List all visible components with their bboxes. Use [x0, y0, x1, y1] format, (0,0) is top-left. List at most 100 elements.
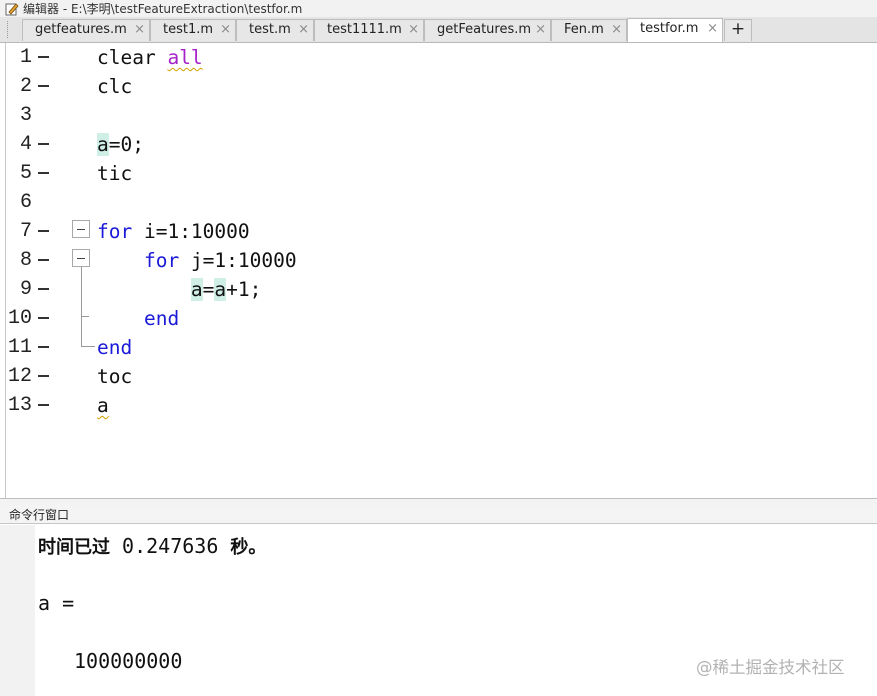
tab-label: getFeatures.m [437, 22, 532, 37]
code-token: =0; [108, 133, 144, 156]
line-number: 1 [19, 46, 32, 69]
breakpoint-dash[interactable] [38, 375, 49, 377]
code-text: for i=1:10000 [97, 217, 250, 246]
keyword-token: for [97, 220, 133, 243]
tab-label: test1111.m [327, 22, 402, 37]
code-token: i=1:10000 [132, 220, 250, 243]
close-icon[interactable]: × [535, 20, 546, 40]
breakpoint-dash[interactable] [38, 85, 49, 87]
code-text: end [97, 333, 132, 362]
code-text: for j=1:10000 [97, 246, 297, 275]
line-number: 5 [19, 162, 32, 185]
tab-fen-m[interactable]: Fen.m × [551, 19, 627, 41]
close-icon[interactable]: × [134, 20, 145, 40]
line-number: 4 [19, 133, 32, 156]
breakpoint-dash[interactable] [38, 346, 49, 348]
line-number: 12 [7, 365, 32, 388]
close-icon[interactable]: × [611, 20, 622, 40]
title-bar: 编辑器 - E:\李明\testFeatureExtraction\testfo… [0, 0, 877, 17]
tab-getFeatures-m[interactable]: getFeatures.m × [424, 19, 551, 41]
tab-label: Fen.m [564, 22, 604, 37]
close-icon[interactable]: × [707, 19, 718, 39]
variable-token: a [214, 278, 227, 301]
line-number: 8 [19, 249, 32, 272]
line-number: 6 [19, 191, 32, 214]
variable-token: a [190, 278, 203, 301]
variable-value-line: 100000000 [74, 649, 183, 673]
tab-getfeatures-m[interactable]: getfeatures.m × [22, 19, 150, 41]
line-number: 2 [19, 75, 32, 98]
code-line: 13 a [0, 391, 877, 420]
watermark: @稀土掘金技术社区 [696, 658, 845, 677]
breakpoint-dash[interactable] [38, 288, 49, 290]
elapsed-unit: 秒。 [230, 537, 267, 558]
keyword-token: end [97, 336, 133, 359]
elapsed-value: 0.247636 [110, 534, 231, 558]
code-line: 2 clc [0, 72, 877, 101]
code-line: 9 a=a+1; [0, 275, 877, 304]
line-number: 13 [7, 394, 32, 417]
close-icon[interactable]: × [298, 20, 309, 40]
code-line: 10 end [0, 304, 877, 333]
tab-label: test.m [249, 22, 291, 37]
code-line: 5 tic [0, 159, 877, 188]
code-token: clear [97, 46, 168, 69]
tab-test-m[interactable]: test.m × [236, 19, 314, 41]
line-number: 10 [7, 307, 32, 330]
variable-token: a [97, 133, 109, 156]
code-line: 8 for j=1:10000 [0, 246, 877, 275]
code-line: 6 [0, 188, 877, 217]
breakpoint-dash[interactable] [38, 404, 49, 406]
breakpoint-dash[interactable] [38, 317, 49, 319]
code-text: a=a+1; [97, 275, 261, 304]
close-icon[interactable]: × [220, 20, 231, 40]
code-line: 4 a=0; [0, 130, 877, 159]
code-text: end [97, 304, 179, 333]
breakpoint-dash[interactable] [38, 259, 49, 261]
window-title: 编辑器 - E:\李明\testFeatureExtraction\testfo… [23, 2, 303, 16]
code-line: 11 end [0, 333, 877, 362]
breakpoint-dash[interactable] [38, 143, 49, 145]
breakpoint-dash[interactable] [38, 56, 49, 58]
code-token: +1; [226, 278, 262, 301]
code-line: 7 for i=1:10000 [0, 217, 877, 246]
tab-testfor-m[interactable]: testfor.m × [627, 18, 723, 42]
tab-test1-m[interactable]: test1.m × [150, 19, 236, 41]
editor-pencil-icon [5, 2, 19, 15]
code-editor[interactable]: 1 clear all 2 clc 3 4 a=0; 5 tic 6 7 for… [0, 43, 877, 498]
elapsed-time-line: 时间已过 0.247636 秒。 [38, 533, 266, 559]
line-number: 7 [19, 220, 32, 243]
code-token: toc [97, 365, 133, 388]
command-window-title: 命令行窗口 [0, 506, 877, 524]
code-text: tic [97, 159, 132, 188]
keyword-token: end [143, 307, 180, 330]
breakpoint-dash[interactable] [38, 172, 49, 174]
code-text: toc [97, 362, 132, 391]
close-icon[interactable]: × [408, 20, 419, 40]
elapsed-label: 时间已过 [38, 537, 110, 558]
tab-test1111-m[interactable]: test1111.m × [314, 19, 424, 41]
code-token: a [97, 394, 109, 417]
code-token: j=1:10000 [179, 249, 297, 272]
keyword-token: for [143, 249, 180, 272]
string-token: all [167, 46, 203, 69]
add-tab-button[interactable]: + [724, 19, 752, 41]
code-token: = [202, 278, 215, 301]
code-token: clc [97, 75, 133, 98]
tabstrip-grip[interactable] [7, 21, 11, 38]
tab-label: getfeatures.m [35, 22, 127, 37]
code-text: clear all [97, 43, 203, 72]
tab-label: test1.m [163, 22, 214, 37]
line-number: 9 [19, 278, 32, 301]
code-token: tic [97, 162, 133, 185]
line-number: 3 [19, 104, 32, 127]
command-window-gutter [0, 525, 35, 696]
breakpoint-dash[interactable] [38, 230, 49, 232]
code-line: 3 [0, 101, 877, 130]
code-text: clc [97, 72, 132, 101]
tab-label: testfor.m [640, 21, 699, 36]
code-text: a [97, 391, 109, 420]
code-line: 12 toc [0, 362, 877, 391]
